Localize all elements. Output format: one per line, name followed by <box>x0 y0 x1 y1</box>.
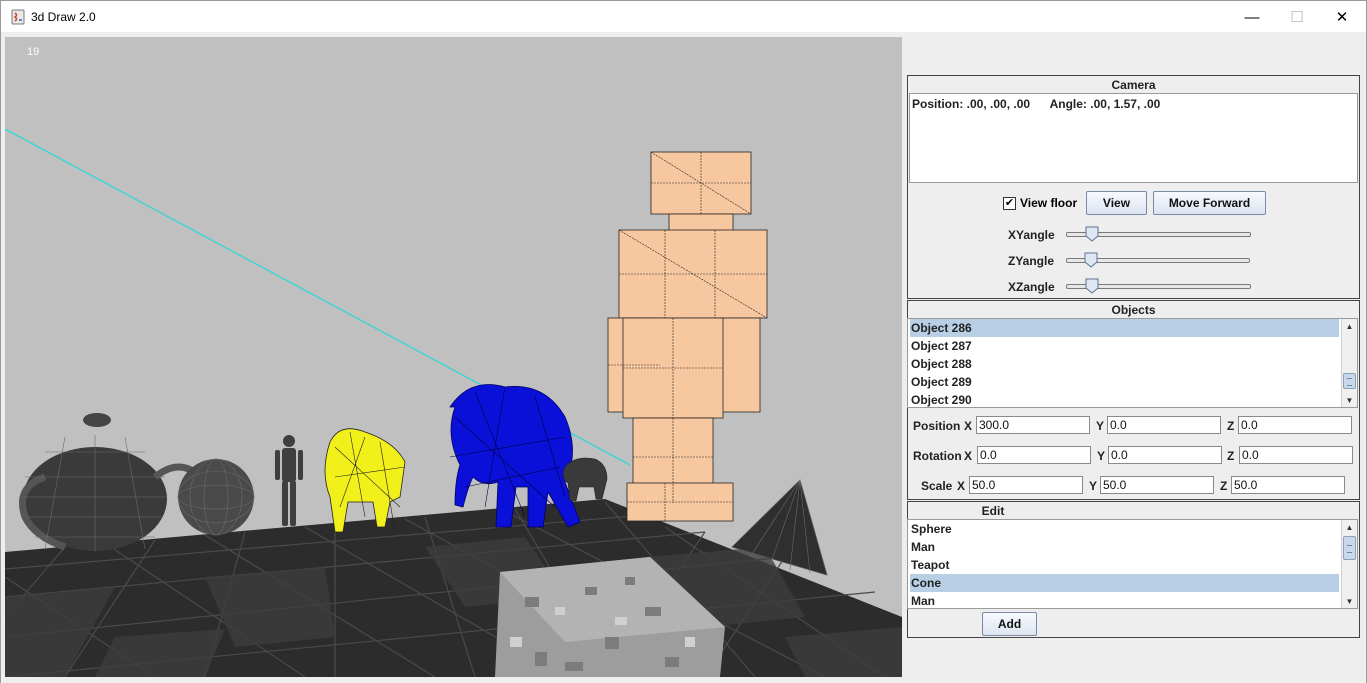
title-bar: 3d Draw 2.0 — ☐ ✕ <box>0 0 1367 32</box>
robot-model <box>607 151 768 522</box>
view-button[interactable]: View <box>1086 191 1147 215</box>
scroll-down-icon[interactable]: ▼ <box>1342 393 1357 407</box>
rotation-z-label: Z <box>1227 449 1235 463</box>
fps-counter: 19 <box>27 46 40 58</box>
xzangle-slider-thumb[interactable] <box>1085 278 1099 294</box>
position-z-label: Z <box>1227 419 1235 433</box>
close-button[interactable]: ✕ <box>1319 1 1365 33</box>
xyangle-slider-thumb[interactable] <box>1085 226 1099 242</box>
xyangle-label: XYangle <box>1008 228 1055 242</box>
minimize-button[interactable]: — <box>1229 1 1275 33</box>
object-list-item[interactable]: Object 286 <box>910 319 1339 337</box>
sphere-model <box>177 458 255 536</box>
move-forward-button[interactable]: Move Forward <box>1153 191 1266 215</box>
3d-viewport[interactable]: 19 <box>5 37 902 677</box>
edit-scroll-thumb[interactable] <box>1343 536 1356 560</box>
view-floor-label: View floor <box>1020 196 1078 210</box>
window-title: 3d Draw 2.0 <box>31 10 96 24</box>
bear-model <box>324 428 406 533</box>
scale-x-label: X <box>957 479 966 493</box>
man-model <box>275 435 303 526</box>
zyangle-slider-thumb[interactable] <box>1084 252 1098 268</box>
rotation-x-field[interactable] <box>977 446 1091 464</box>
scale-y-field[interactable] <box>1100 476 1214 494</box>
scale-y-label: Y <box>1089 479 1098 493</box>
object-list-item[interactable]: Object 290 <box>910 391 1339 407</box>
rotation-y-field[interactable] <box>1108 446 1222 464</box>
view-floor-checkbox[interactable]: ✔ <box>1003 196 1016 210</box>
rotation-y-label: Y <box>1097 449 1106 463</box>
rotation-label: Rotation <box>913 449 962 463</box>
java-app-icon <box>11 9 25 25</box>
edit-list-item[interactable]: Man <box>910 592 1339 608</box>
elephant-model <box>449 384 581 528</box>
rotation-z-field[interactable] <box>1239 446 1353 464</box>
camera-info-text: Position: .00, .00, .00 Angle: .00, 1.57… <box>909 93 1358 183</box>
edit-scrollbar[interactable]: ▲ ▼ <box>1341 520 1357 608</box>
objects-scroll-thumb[interactable] <box>1343 373 1356 389</box>
small-animal-model <box>562 457 608 502</box>
objects-list[interactable]: Object 286 Object 287 Object 288 Object … <box>907 318 1358 408</box>
scroll-down-icon[interactable]: ▼ <box>1342 594 1357 608</box>
maximize-button[interactable]: ☐ <box>1274 1 1320 33</box>
object-list-item[interactable]: Object 288 <box>910 355 1339 373</box>
edit-list-item[interactable]: Teapot <box>910 556 1339 574</box>
xzangle-label: XZangle <box>1008 280 1055 294</box>
edit-list-item[interactable]: Sphere <box>910 520 1339 538</box>
edit-list-item[interactable]: Man <box>910 538 1339 556</box>
position-y-label: Y <box>1096 419 1105 433</box>
position-x-field[interactable] <box>976 416 1090 434</box>
scroll-up-icon[interactable]: ▲ <box>1342 520 1357 534</box>
rotation-x-label: X <box>964 449 973 463</box>
check-icon: ✔ <box>1004 196 1015 209</box>
object-list-item[interactable]: Object 287 <box>910 337 1339 355</box>
edit-panel-title: Edit <box>981 504 1005 518</box>
objects-scrollbar[interactable]: ▲ ▼ <box>1341 319 1357 407</box>
objects-panel-title: Objects <box>1111 303 1156 317</box>
scale-x-field[interactable] <box>969 476 1083 494</box>
view-floor-toggle[interactable]: ✔ View floor <box>1003 196 1077 210</box>
scale-z-field[interactable] <box>1231 476 1345 494</box>
position-y-field[interactable] <box>1107 416 1221 434</box>
position-z-field[interactable] <box>1238 416 1352 434</box>
zyangle-label: ZYangle <box>1008 254 1055 268</box>
close-icon: ✕ <box>1335 9 1349 26</box>
scale-z-label: Z <box>1220 479 1228 493</box>
scroll-up-icon[interactable]: ▲ <box>1342 319 1357 333</box>
edit-list-item[interactable]: Cone <box>910 574 1339 592</box>
position-x-label: X <box>964 419 973 433</box>
add-button[interactable]: Add <box>982 612 1037 636</box>
scene-canvas <box>5 128 902 677</box>
camera-panel-title: Camera <box>1111 78 1156 92</box>
object-list-item[interactable]: Object 289 <box>910 373 1339 391</box>
position-label: Position <box>913 419 961 433</box>
teapot-model <box>19 413 203 551</box>
minimize-icon: — <box>1244 8 1260 26</box>
edit-list[interactable]: Sphere Man Teapot Cone Man ▲ ▼ <box>907 519 1358 609</box>
maximize-icon: ☐ <box>1290 9 1304 26</box>
scale-label: Scale <box>921 479 953 493</box>
